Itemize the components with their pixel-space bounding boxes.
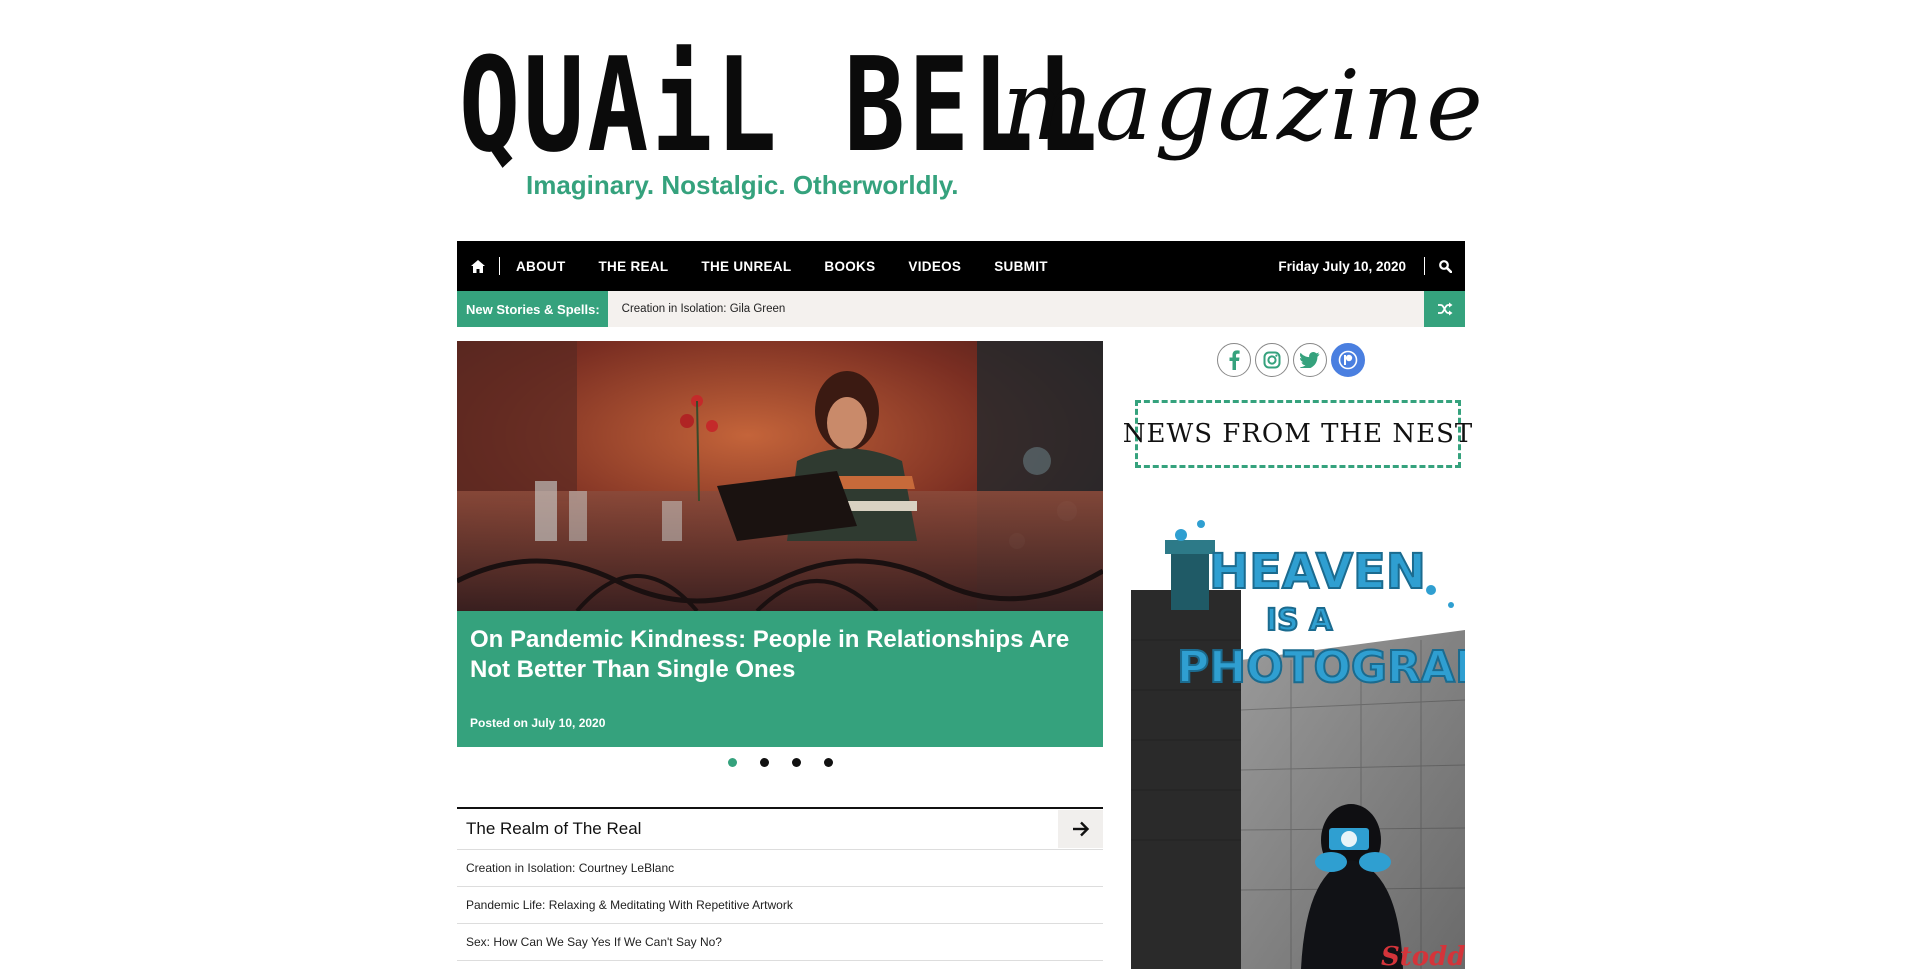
realm-of-the-real-section: The Realm of The Real Creation in Isolat… — [457, 807, 1103, 961]
section-more-button[interactable] — [1058, 810, 1103, 848]
slider-dot-4[interactable] — [823, 758, 833, 767]
nav-right: Friday July 10, 2020 — [1278, 241, 1465, 291]
nav-item-submit[interactable]: SUBMIT — [994, 259, 1048, 274]
slider-pagination — [457, 758, 1103, 767]
nest-title: NEWS FROM THE NEST — [1122, 419, 1474, 449]
nav-item-the-real[interactable]: THE REAL — [599, 259, 669, 274]
nav-items: ABOUT THE REAL THE UNREAL BOOKS VIDEOS S… — [516, 259, 1081, 274]
instagram-link[interactable] — [1255, 343, 1289, 377]
home-button[interactable] — [457, 241, 499, 291]
featured-caption[interactable]: On Pandemic Kindness: People in Relation… — [457, 611, 1103, 747]
arrow-right-icon — [1072, 821, 1089, 837]
twitter-icon — [1300, 352, 1320, 368]
shuffle-icon — [1437, 302, 1452, 316]
section-title[interactable]: The Realm of The Real — [466, 819, 641, 839]
heaven-is-a-photograph-cover: HEAVEN IS A PHOTOGRAPH Stoddard — [1131, 510, 1465, 969]
featured-slider[interactable]: On Pandemic Kindness: People in Relation… — [457, 341, 1103, 747]
twitter-link[interactable] — [1293, 343, 1327, 377]
slider-dot-2[interactable] — [759, 758, 769, 767]
nav-item-the-unreal[interactable]: THE UNREAL — [701, 259, 791, 274]
ticker-story-link[interactable]: Creation in Isolation: Gila Green — [622, 303, 786, 315]
instagram-icon — [1263, 351, 1281, 369]
site-logo[interactable]: QUAiL BELL magazine Imaginary. Nostalgic… — [457, 40, 1483, 230]
nav-separator — [499, 257, 500, 275]
list-item[interactable]: Sex: How Can We Say Yes If We Can't Say … — [457, 924, 1103, 961]
ad-title-line3: PHOTOGRAPH — [1177, 642, 1465, 693]
slider-dot-3[interactable] — [791, 758, 801, 767]
book-ad-image[interactable]: HEAVEN IS A PHOTOGRAPH Stoddard — [1131, 510, 1465, 969]
search-icon — [1438, 259, 1452, 273]
slider-dot-1[interactable] — [727, 758, 737, 767]
patreon-icon — [1338, 350, 1358, 370]
social-links — [1217, 343, 1365, 377]
ad-title-line1: HEAVEN — [1209, 544, 1426, 600]
nav-item-books[interactable]: BOOKS — [824, 259, 875, 274]
news-ticker: New Stories & Spells: Creation in Isolat… — [457, 291, 1465, 327]
nav-item-about[interactable]: ABOUT — [516, 259, 566, 274]
featured-title[interactable]: On Pandemic Kindness: People in Relation… — [470, 625, 1070, 685]
featured-date: Posted on July 10, 2020 — [470, 716, 606, 730]
logo-magazine: magazine — [1002, 50, 1485, 162]
shuffle-button[interactable] — [1424, 291, 1465, 327]
site-tagline: Imaginary. Nostalgic. Otherworldly. — [526, 170, 959, 200]
ticker-label: New Stories & Spells: — [457, 291, 608, 327]
featured-photo — [457, 341, 1103, 611]
main-navigation: ABOUT THE REAL THE UNREAL BOOKS VIDEOS S… — [457, 241, 1465, 291]
featured-image[interactable] — [457, 341, 1103, 611]
facebook-icon — [1229, 350, 1240, 370]
list-item[interactable]: Pandemic Life: Relaxing & Meditating Wit… — [457, 887, 1103, 924]
ad-title-line2: IS A — [1266, 603, 1333, 638]
nav-item-videos[interactable]: VIDEOS — [908, 259, 961, 274]
patreon-link[interactable] — [1331, 343, 1365, 377]
news-from-the-nest-banner[interactable]: NEWS FROM THE NEST — [1123, 400, 1472, 468]
ad-author: Stoddard — [1381, 942, 1465, 969]
list-item[interactable]: Creation in Isolation: Courtney LeBlanc — [457, 850, 1103, 887]
section-header: The Realm of The Real — [457, 807, 1103, 850]
facebook-link[interactable] — [1217, 343, 1251, 377]
home-icon — [471, 259, 485, 273]
current-date: Friday July 10, 2020 — [1278, 258, 1406, 274]
search-button[interactable] — [1425, 241, 1465, 291]
